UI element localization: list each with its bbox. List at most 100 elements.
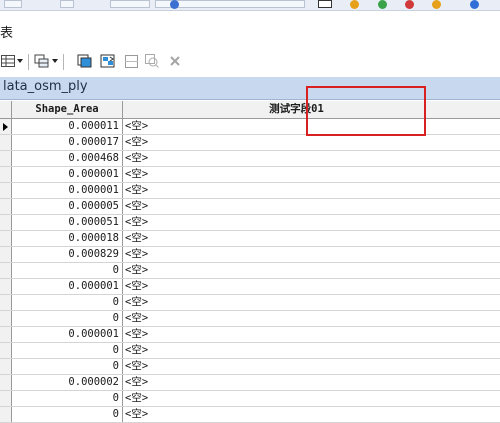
test-field-cell[interactable]: <空> [123, 135, 500, 150]
test-field-cell[interactable]: <空> [123, 183, 500, 198]
toolbar-button[interactable] [4, 0, 22, 8]
row-selector[interactable] [0, 359, 12, 374]
row-selector[interactable] [0, 135, 12, 150]
shape-area-cell[interactable]: 0 [12, 391, 123, 406]
toolbar-icon[interactable] [350, 0, 359, 9]
shape-area-cell[interactable]: 0 [12, 343, 123, 358]
test-field-cell[interactable]: <空> [123, 375, 500, 390]
dropdown-arrow-icon[interactable] [51, 52, 59, 70]
table-row[interactable]: 0.000001 <空> [0, 167, 500, 183]
table-row[interactable]: 0 <空> [0, 359, 500, 375]
row-selector[interactable] [0, 263, 12, 278]
select-by-attributes-icon[interactable] [76, 52, 94, 70]
shape-area-cell[interactable]: 0.000018 [12, 231, 123, 246]
table-row[interactable]: 0.000001 <空> [0, 183, 500, 199]
row-selector[interactable] [0, 151, 12, 166]
test-field-cell[interactable]: <空> [123, 327, 500, 342]
clear-selection-icon[interactable] [123, 52, 139, 70]
toolbar-icon[interactable] [470, 0, 479, 9]
test-field-cell[interactable]: <空> [123, 295, 500, 310]
row-selector[interactable] [0, 407, 12, 422]
table-options-icon[interactable] [0, 52, 16, 70]
shape-area-cell[interactable]: 0.000005 [12, 199, 123, 214]
shape-area-cell[interactable]: 0 [12, 311, 123, 326]
table-row[interactable]: 0.000468 <空> [0, 151, 500, 167]
shape-area-cell[interactable]: 0.000051 [12, 215, 123, 230]
toolbar-button[interactable] [318, 0, 332, 8]
toolbar-button[interactable] [60, 0, 74, 8]
row-selector[interactable] [0, 279, 12, 294]
test-field-cell[interactable]: <空> [123, 263, 500, 278]
shape-area-cell[interactable]: 0 [12, 263, 123, 278]
zoom-to-selected-icon[interactable] [144, 52, 160, 70]
table-row[interactable]: 0.000001 <空> [0, 327, 500, 343]
table-row[interactable]: 0.000005 <空> [0, 199, 500, 215]
shape-area-cell[interactable]: 0.000011 [12, 119, 123, 134]
toolbar-icon[interactable] [378, 0, 387, 9]
table-row[interactable]: 0 <空> [0, 311, 500, 327]
table-row[interactable]: 0 <空> [0, 407, 500, 423]
dropdown-arrow-icon[interactable] [16, 52, 24, 70]
test-field-cell[interactable]: <空> [123, 199, 500, 214]
test-field-cell[interactable]: <空> [123, 359, 500, 374]
test-field-cell[interactable]: <空> [123, 247, 500, 262]
table-row[interactable]: 0.000051 <空> [0, 215, 500, 231]
row-selector[interactable] [0, 391, 12, 406]
row-selector[interactable] [0, 199, 12, 214]
shape-area-cell[interactable]: 0 [12, 407, 123, 422]
test-field-cell[interactable]: <空> [123, 119, 500, 134]
test-field-cell[interactable]: <空> [123, 151, 500, 166]
row-selector[interactable] [0, 375, 12, 390]
related-tables-icon[interactable] [33, 52, 51, 70]
row-selector[interactable] [0, 119, 12, 134]
shape-area-cell[interactable]: 0.000829 [12, 247, 123, 262]
test-field-cell[interactable]: <空> [123, 343, 500, 358]
table-row[interactable]: 0.000002 <空> [0, 375, 500, 391]
test-field-cell[interactable]: <空> [123, 215, 500, 230]
toolbar-button[interactable] [110, 0, 150, 8]
shape-area-cell[interactable]: 0.000001 [12, 167, 123, 182]
test-field-cell[interactable]: <空> [123, 231, 500, 246]
table-row[interactable]: 0.000018 <空> [0, 231, 500, 247]
table-row[interactable]: 0.000829 <空> [0, 247, 500, 263]
shape-area-cell[interactable]: 0.000001 [12, 183, 123, 198]
shape-area-cell[interactable]: 0 [12, 359, 123, 374]
test-field-cell[interactable]: <空> [123, 407, 500, 422]
table-row[interactable]: 0.000011 <空> [0, 119, 500, 135]
column-header-test-field[interactable]: 测试字段01 [123, 101, 500, 118]
shape-area-cell[interactable]: 0.000468 [12, 151, 123, 166]
row-selector[interactable] [0, 311, 12, 326]
row-selector[interactable] [0, 343, 12, 358]
shape-area-cell[interactable]: 0.000017 [12, 135, 123, 150]
shape-area-cell[interactable]: 0.000001 [12, 327, 123, 342]
table-row[interactable]: 0 <空> [0, 391, 500, 407]
shape-area-cell[interactable]: 0.000002 [12, 375, 123, 390]
row-selector[interactable] [0, 247, 12, 262]
row-selector[interactable] [0, 167, 12, 182]
row-selector[interactable] [0, 295, 12, 310]
test-field-cell[interactable]: <空> [123, 167, 500, 182]
test-field-cell[interactable]: <空> [123, 279, 500, 294]
table-header: Shape_Area 测试字段01 [0, 101, 500, 119]
row-selector-header[interactable] [0, 101, 12, 118]
shape-area-cell[interactable]: 0.000001 [12, 279, 123, 294]
row-selector[interactable] [0, 215, 12, 230]
row-selector[interactable] [0, 183, 12, 198]
toolbar-icon[interactable] [405, 0, 414, 9]
switch-selection-icon[interactable] [99, 52, 117, 70]
test-field-cell[interactable]: <空> [123, 391, 500, 406]
row-selector[interactable] [0, 327, 12, 342]
table-row[interactable]: 0.000017 <空> [0, 135, 500, 151]
column-header-shape-area[interactable]: Shape_Area [12, 101, 123, 118]
delete-selected-icon[interactable] [168, 52, 182, 70]
shape-area-cell[interactable]: 0 [12, 295, 123, 310]
table-row[interactable]: 0.000001 <空> [0, 279, 500, 295]
toolbar-icon[interactable] [432, 0, 441, 9]
table-row[interactable]: 0 <空> [0, 295, 500, 311]
toolbar-icon[interactable] [170, 0, 179, 9]
test-field-cell[interactable]: <空> [123, 311, 500, 326]
table-row[interactable]: 0 <空> [0, 343, 500, 359]
row-selector[interactable] [0, 231, 12, 246]
layer-table-tab[interactable]: lata_osm_ply [0, 77, 500, 100]
table-row[interactable]: 0 <空> [0, 263, 500, 279]
